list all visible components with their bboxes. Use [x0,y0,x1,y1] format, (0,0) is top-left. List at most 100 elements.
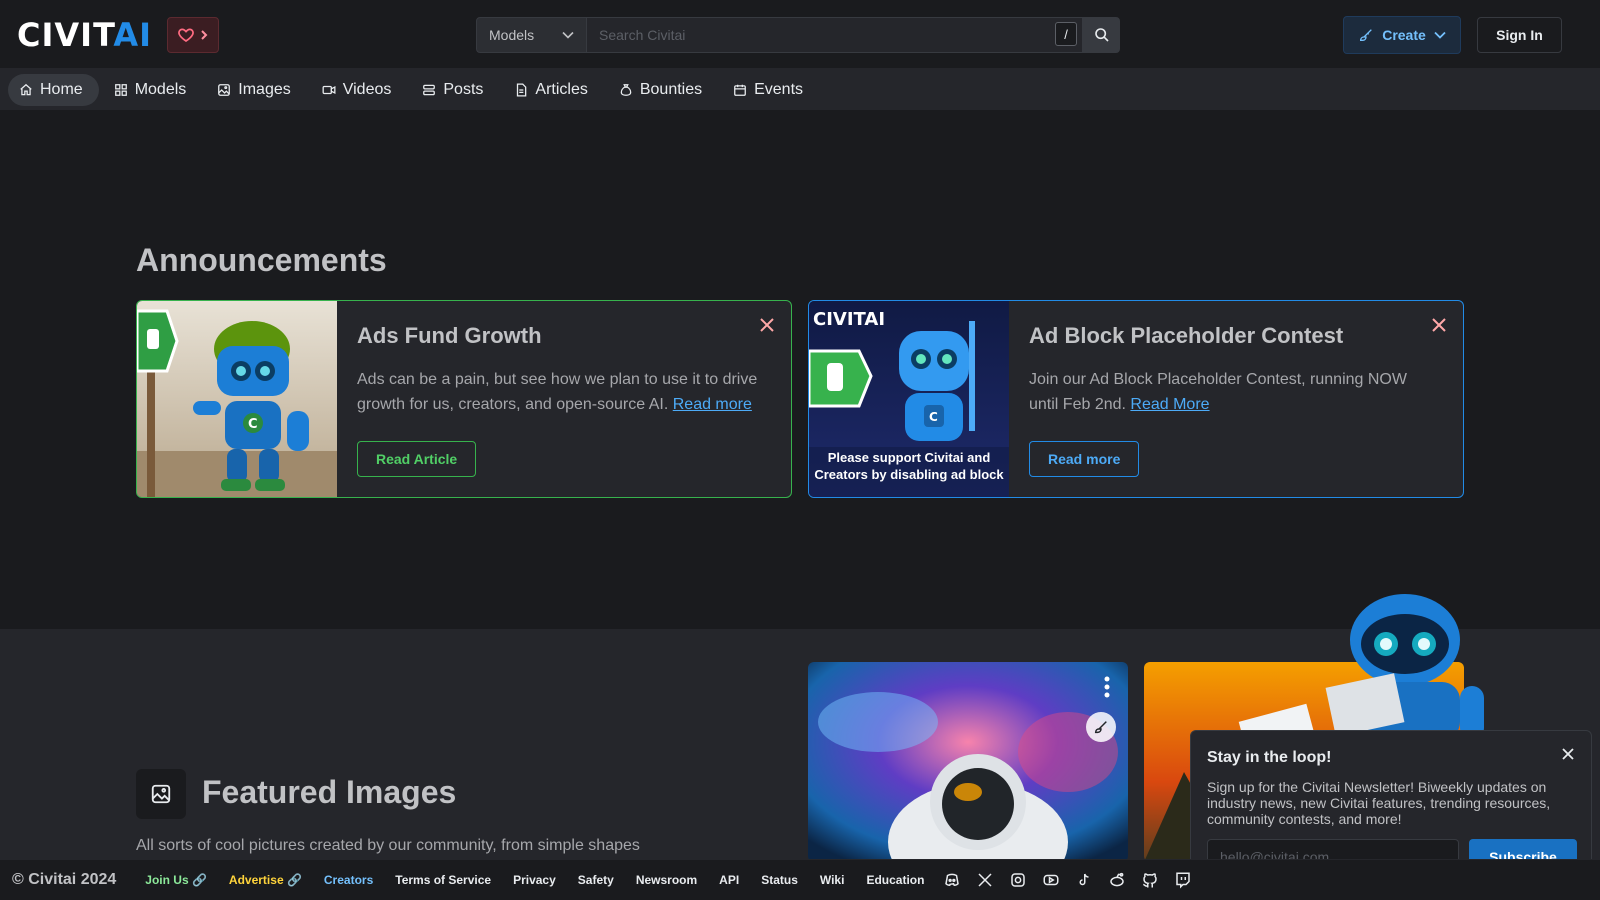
footer-link-education[interactable]: Education [855,873,935,887]
featured-image-astronaut[interactable] [808,662,1128,862]
announcement-image-contest: CIVITAI C Please support Civitai and Cre… [809,301,1009,497]
nav-item-label: Bounties [639,80,703,98]
footer-link-advertise[interactable]: Advertise 🔗 [218,873,313,887]
svg-text:C: C [929,410,938,424]
close-icon[interactable] [759,317,775,333]
nav-item-bounties[interactable]: Bounties [608,74,718,106]
nav-item-label: Videos [342,80,392,98]
photo-icon [218,83,231,96]
home-icon [20,83,32,95]
announcement-text: Ads can be a pain, but see how we plan t… [357,367,767,417]
search-scope-label: Models [489,27,535,43]
chevron-right-icon [201,30,208,40]
main-nav: Home Models Images Videos Posts Articles… [0,69,1600,110]
chevron-down-icon [562,31,574,39]
support-button[interactable] [167,17,219,53]
featured-images-icon-box [136,769,186,819]
contest-image-caption: Please support Civitai and Creators by d… [814,450,1004,482]
twitch-icon[interactable] [1174,871,1192,889]
nav-item-label: Home [40,80,83,98]
create-button[interactable]: Create [1343,16,1461,54]
civitai-logo[interactable]: CIVITAI [17,19,152,51]
instagram-icon[interactable] [1009,871,1027,889]
nav-item-articles[interactable]: Articles [503,74,603,106]
announcement-title: Ads Fund Growth [357,323,542,348]
search-bar: Models / [476,17,1120,53]
nav-item-label: Models [134,80,187,98]
announcement-body: Ad Block Placeholder Contest Join our Ad… [1029,323,1439,417]
sign-in-button[interactable]: Sign In [1477,17,1562,53]
grid-icon [114,83,127,96]
nav-item-label: Events [754,80,804,98]
more-options-icon[interactable] [1104,676,1110,698]
video-icon [322,85,336,94]
nav-item-models[interactable]: Models [103,74,203,106]
chevron-down-icon [1434,31,1446,39]
search-shortcut-key: / [1055,22,1077,46]
moneybag-icon [620,83,632,96]
footer-link-api[interactable]: API [708,873,750,887]
reddit-icon[interactable] [1108,871,1126,889]
github-icon[interactable] [1141,871,1159,889]
announcement-card-ads-fund-growth: C Ads Fund Growth Ads can be a pain, but… [136,300,792,498]
logo-accent-text: AI [113,16,153,54]
newsletter-title: Stay in the loop! [1207,749,1332,766]
create-button-label: Create [1382,27,1426,43]
footer-link-safety[interactable]: Safety [567,873,625,887]
footer-link-creators[interactable]: Creators [313,873,384,887]
file-text-icon [517,83,527,96]
search-scope-select[interactable]: Models [476,17,587,53]
search-icon [1094,28,1109,42]
read-more-button[interactable]: Read more [1029,441,1140,477]
newsletter-text: Sign up for the Civitai Newsletter! Biwe… [1207,779,1551,827]
featured-images-title: Featured Images [202,774,457,810]
read-article-button[interactable]: Read Article [357,441,477,477]
announcement-body: Ads Fund Growth Ads can be a pain, but s… [357,323,767,417]
calendar-icon [734,84,747,96]
search-input[interactable] [587,17,1083,53]
discord-icon[interactable] [943,871,961,889]
youtube-icon[interactable] [1042,871,1060,889]
footer-link-terms[interactable]: Terms of Service [384,873,502,887]
featured-images-description: All sorts of cool pictures created by ou… [136,837,640,854]
nav-item-images[interactable]: Images [206,74,306,106]
contest-logo-text: CIVITAI [813,309,885,330]
svg-text:C: C [248,417,258,432]
nav-item-label: Posts [443,80,484,98]
header: CIVITAI Models / Create Sign In [0,0,1600,69]
nav-item-home[interactable]: Home [8,73,99,106]
nav-item-label: Images [238,80,291,98]
brush-icon [1360,29,1373,41]
nav-item-videos[interactable]: Videos [311,74,408,106]
search-button[interactable] [1083,17,1120,53]
social-links [943,871,1192,889]
announcement-text-body: Join our Ad Block Placeholder Contest, r… [1029,371,1407,413]
logo-text: CIVIT [17,16,114,54]
newsletter-robot-illustration [1325,594,1484,740]
read-more-link[interactable]: Read More [1130,396,1209,413]
footer-link-wiki[interactable]: Wiki [809,873,856,887]
stack-icon [423,84,436,95]
nav-item-events[interactable]: Events [722,74,819,106]
tiktok-icon[interactable] [1075,871,1093,889]
announcement-title: Ad Block Placeholder Contest [1029,323,1344,348]
brush-icon [1094,721,1107,734]
close-icon[interactable] [1431,317,1447,333]
footer-link-privacy[interactable]: Privacy [502,873,567,887]
nav-item-label: Articles [535,80,588,98]
x-icon[interactable] [976,871,994,889]
footer: © Civitai 2024 Join Us 🔗 Advertise 🔗 Cre… [0,859,1600,900]
footer-link-status[interactable]: Status [750,873,809,887]
close-icon[interactable] [1561,747,1575,761]
photo-icon [151,784,171,804]
announcement-card-ad-block-contest: CIVITAI C Please support Civitai and Cre… [808,300,1464,498]
heart-icon [178,28,194,42]
footer-link-newsroom[interactable]: Newsroom [625,873,708,887]
announcement-image-robot: C [137,301,337,497]
remix-button[interactable] [1086,712,1116,742]
footer-link-join-us[interactable]: Join Us 🔗 [134,873,218,887]
read-more-link[interactable]: Read more [673,396,752,413]
announcements-title: Announcements [136,242,387,278]
footer-copyright: © Civitai 2024 [12,871,117,888]
nav-item-posts[interactable]: Posts [411,74,499,106]
